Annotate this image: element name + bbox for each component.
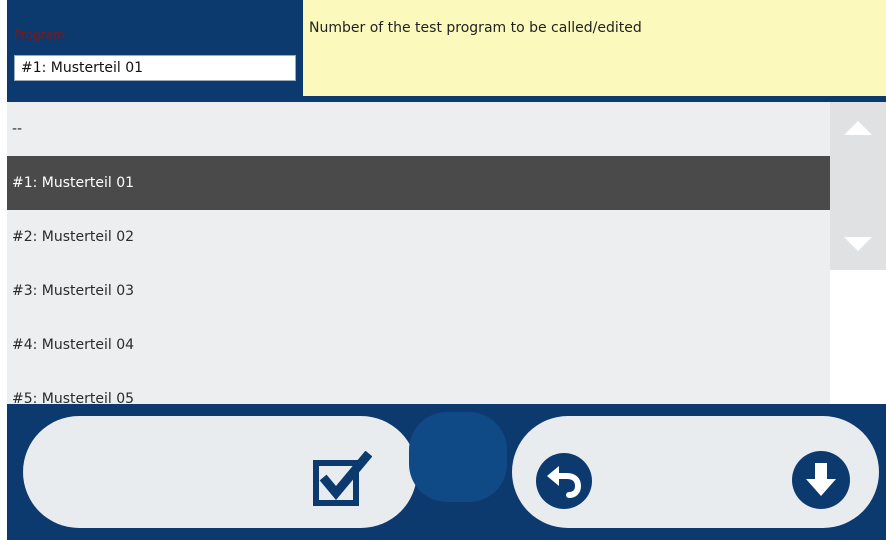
triangle-down-icon [844, 237, 872, 251]
bottom-toolbar [7, 404, 886, 540]
undo-icon [536, 453, 592, 509]
triangle-up-icon [844, 121, 872, 135]
download-button[interactable] [791, 450, 851, 510]
list-item[interactable]: -- [7, 102, 830, 156]
program-list: -- #1: Musterteil 01 #2: Musterteil 02 #… [7, 102, 830, 404]
download-arrow-icon [792, 451, 850, 509]
program-panel: Program #1: Musterteil 01 [7, 0, 303, 96]
program-field[interactable]: #1: Musterteil 01 [14, 55, 296, 81]
program-label: Program [14, 28, 65, 42]
list-item-label: #5: Musterteil 05 [12, 391, 135, 404]
checkbox-check-icon [313, 450, 373, 506]
scrollbar[interactable] [830, 102, 886, 270]
list-item-label: #1: Musterteil 01 [12, 175, 135, 191]
list-item-label: -- [12, 121, 23, 137]
scroll-up-button[interactable] [830, 102, 886, 162]
list-item-label: #3: Musterteil 03 [12, 283, 135, 299]
help-panel: Number of the test program to be called/… [303, 0, 886, 96]
undo-button[interactable] [535, 452, 593, 510]
header: Program #1: Musterteil 01 Number of the … [7, 0, 886, 96]
app-screen: Program #1: Musterteil 01 Number of the … [0, 0, 886, 540]
help-text: Number of the test program to be called/… [309, 20, 642, 36]
list-item-selected[interactable]: #1: Musterteil 01 [7, 156, 830, 210]
scroll-down-button[interactable] [830, 202, 886, 270]
list-item[interactable]: #3: Musterteil 03 [7, 264, 830, 318]
list-item-label: #4: Musterteil 04 [12, 337, 135, 353]
confirm-button[interactable] [312, 450, 373, 507]
list-item[interactable]: #4: Musterteil 04 [7, 318, 830, 372]
center-button[interactable] [409, 412, 507, 502]
list-item[interactable]: #2: Musterteil 02 [7, 210, 830, 264]
list-item-label: #2: Musterteil 02 [12, 229, 135, 245]
list-item[interactable]: #5: Musterteil 05 [7, 372, 830, 404]
